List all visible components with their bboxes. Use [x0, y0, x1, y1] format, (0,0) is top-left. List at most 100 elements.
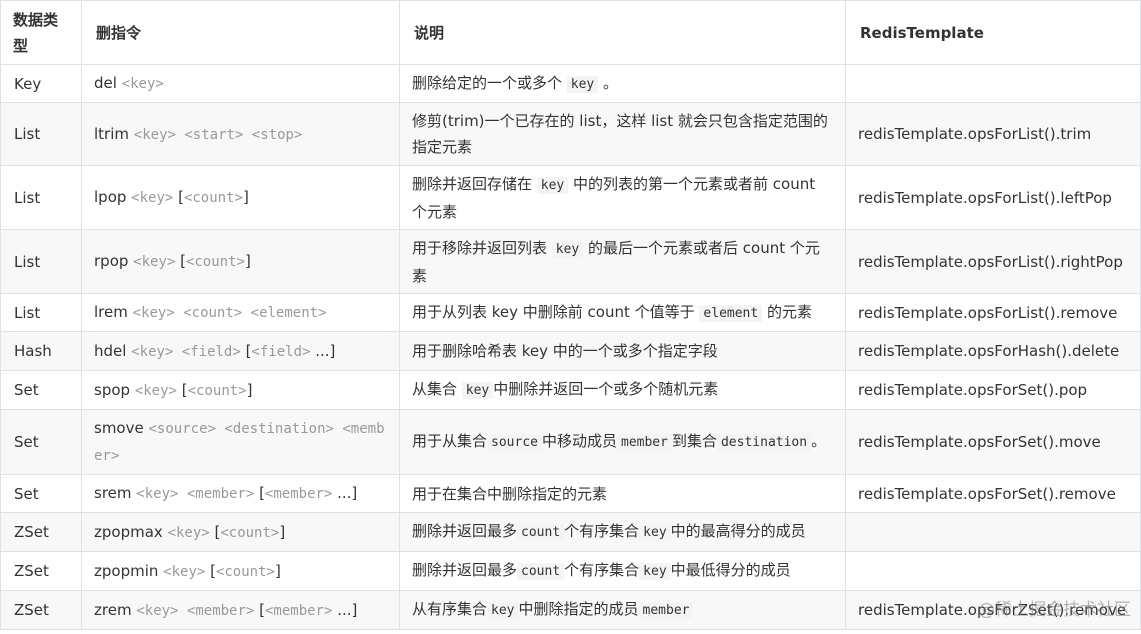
data-type-cell: ZSet — [0, 551, 82, 591]
description-cell: 用于在集合中删除指定的元素 — [399, 474, 846, 513]
header-description: 说明 — [399, 0, 846, 65]
text-segment: zpopmin — [94, 561, 159, 580]
text-segment: [ — [176, 380, 188, 399]
text-segment: spop — [94, 380, 131, 399]
description-cell: 用于删除哈希表 key 中的一个或多个指定字段 — [399, 331, 846, 371]
command-argument: <key> — [134, 382, 177, 399]
table-row: ZSet zpopmax <key> [<count>] 删除并返回最多 count 个… — [0, 512, 1141, 552]
text-segment: smove — [94, 419, 144, 437]
inline-code: key — [487, 602, 519, 619]
text-segment: zpopmax — [94, 522, 163, 541]
description-cell: 删除并返回最多 count 个有序集合 key 中的最高得分的成员 — [399, 512, 846, 552]
command-argument: <key> — [133, 254, 176, 270]
text-segment: 删除并返回存储在 — [412, 174, 537, 193]
data-type-cell: List — [0, 102, 82, 166]
data-type-cell: Set — [0, 370, 82, 410]
text-segment: ] — [274, 561, 281, 580]
redistemplate-cell — [845, 512, 1141, 552]
table-row: List rpop <key> [<count>] 用于移除并返回列表 key 的最… — [0, 229, 1141, 294]
redistemplate-cell: redisTemplate.opsForZSet().remove — [845, 590, 1141, 630]
table-row: List lpop <key> [<count>] 删除并返回存储在 key 中的列… — [0, 165, 1141, 230]
redistemplate-cell: redisTemplate.opsForHash().delete — [845, 331, 1141, 371]
text-segment: 用于移除并返回列表 — [412, 238, 552, 257]
command-argument: <key> <start> <stop> — [133, 126, 303, 143]
text-segment: [ — [209, 522, 221, 541]
text-segment: 用于在集合中删除指定的元素 — [412, 484, 608, 503]
data-type-cell: Hash — [0, 331, 82, 371]
table-row: Set spop <key> [<count>] 从集合 key 中删除并返回一个或多… — [0, 370, 1141, 410]
inline-code: destination — [716, 434, 812, 451]
text-segment: ] — [242, 188, 249, 206]
redistemplate-cell: redisTemplate.opsForList().trim — [845, 102, 1141, 166]
text-segment: del — [94, 74, 117, 92]
command-argument: <member> — [264, 486, 333, 502]
data-type-cell: List — [0, 229, 82, 294]
text-segment: [ — [254, 600, 265, 619]
text-segment: ...] — [332, 600, 358, 619]
inline-code: key — [461, 382, 494, 399]
inline-code: source — [487, 434, 542, 451]
command-argument: <count> — [183, 190, 243, 206]
description-cell: 删除给定的一个或多个 key 。 — [399, 64, 846, 103]
inline-code: member — [638, 602, 694, 619]
command-argument: <key> <member> — [136, 486, 255, 502]
text-segment: 修剪(trim)一个已存在的 list，这样 list 就会只包含指定范围的指定… — [412, 112, 828, 156]
command-argument: <key> — [121, 76, 164, 92]
text-segment: 从集合 — [412, 380, 462, 398]
text-segment: ...] — [310, 341, 336, 360]
data-type-cell: ZSet — [0, 590, 82, 630]
description-cell: 修剪(trim)一个已存在的 list，这样 list 就会只包含指定范围的指定… — [399, 102, 846, 166]
command-argument: <count> — [215, 563, 275, 580]
redistemplate-cell: redisTemplate.opsForList().remove — [845, 293, 1141, 332]
command-argument: <key> — [163, 563, 206, 580]
command-argument: <count> — [220, 524, 280, 541]
data-type-cell: Set — [0, 474, 82, 513]
text-segment: zrem — [94, 600, 132, 619]
command-cell: smove <source> <destination> <member> — [81, 409, 400, 475]
data-type-cell: Key — [0, 64, 82, 103]
data-type-cell: List — [0, 165, 82, 230]
command-cell: hdel <key> <field> [<field> ...] — [81, 331, 400, 371]
text-segment: 从有序集合 — [412, 600, 488, 618]
command-cell: lpop <key> [<count>] — [81, 165, 400, 230]
text-segment: ] — [279, 522, 286, 541]
inline-code: key — [536, 176, 569, 194]
text-segment: 中移动成员 — [541, 432, 617, 450]
text-segment: 用于从列表 key 中删除前 count 个值等于 — [412, 302, 700, 321]
description-cell: 从集合 key 中删除并返回一个或多个随机元素 — [399, 370, 846, 410]
redistemplate-cell — [845, 551, 1141, 591]
command-argument: <count> — [187, 382, 247, 399]
command-cell: zpopmin <key> [<count>] — [81, 551, 400, 591]
description-cell: 删除并返回存储在 key 中的列表的第一个元素或者前 count 个元素 — [399, 165, 846, 230]
text-segment: 中删除并返回一个或多个随机元素 — [493, 380, 719, 398]
inline-code: key — [551, 240, 584, 258]
inline-code: key — [566, 75, 599, 93]
table-row: ZSet zrem <key> <member> [<member> ...] 从有… — [0, 590, 1141, 630]
text-segment: 中删除指定的成员 — [518, 600, 639, 618]
text-segment: 。 — [598, 73, 619, 92]
text-segment: rpop — [94, 252, 129, 270]
inline-code: element — [699, 304, 763, 322]
table-row: Hash hdel <key> <field> [<field> ...] 用于删除… — [0, 331, 1141, 371]
command-cell: spop <key> [<count>] — [81, 370, 400, 410]
table-row: List lrem <key> <count> <element> 用于从列表 ke… — [0, 293, 1141, 332]
text-segment: 删除并返回最多 — [412, 522, 518, 540]
text-segment: 中最低得分的成员 — [670, 561, 791, 579]
command-argument: <key> — [167, 524, 210, 541]
header-command: 删指令 — [81, 0, 400, 65]
text-segment: ltrim — [94, 124, 129, 143]
text-segment: [ — [205, 561, 216, 580]
inline-code: count — [517, 563, 565, 580]
redistemplate-cell: redisTemplate.opsForList().leftPop — [845, 165, 1141, 230]
text-segment: 中的最高得分的成员 — [670, 522, 806, 540]
table-row: ZSet zpopmin <key> [<count>] 删除并返回最多 count 个… — [0, 551, 1141, 591]
command-cell: zrem <key> <member> [<member> ...] — [81, 590, 400, 630]
table-row: Key del <key> 删除给定的一个或多个 key 。 — [0, 64, 1141, 103]
text-segment: 用于从集合 — [412, 432, 488, 450]
table-row: List ltrim <key> <start> <stop> 修剪(trim)一个… — [0, 102, 1141, 166]
command-cell: rpop <key> [<count>] — [81, 229, 400, 294]
command-cell: ltrim <key> <start> <stop> — [81, 102, 400, 166]
table-row: Set smove <source> <destination> <member>… — [0, 409, 1141, 475]
text-segment: [ — [173, 188, 184, 206]
inline-code: key — [639, 563, 671, 580]
